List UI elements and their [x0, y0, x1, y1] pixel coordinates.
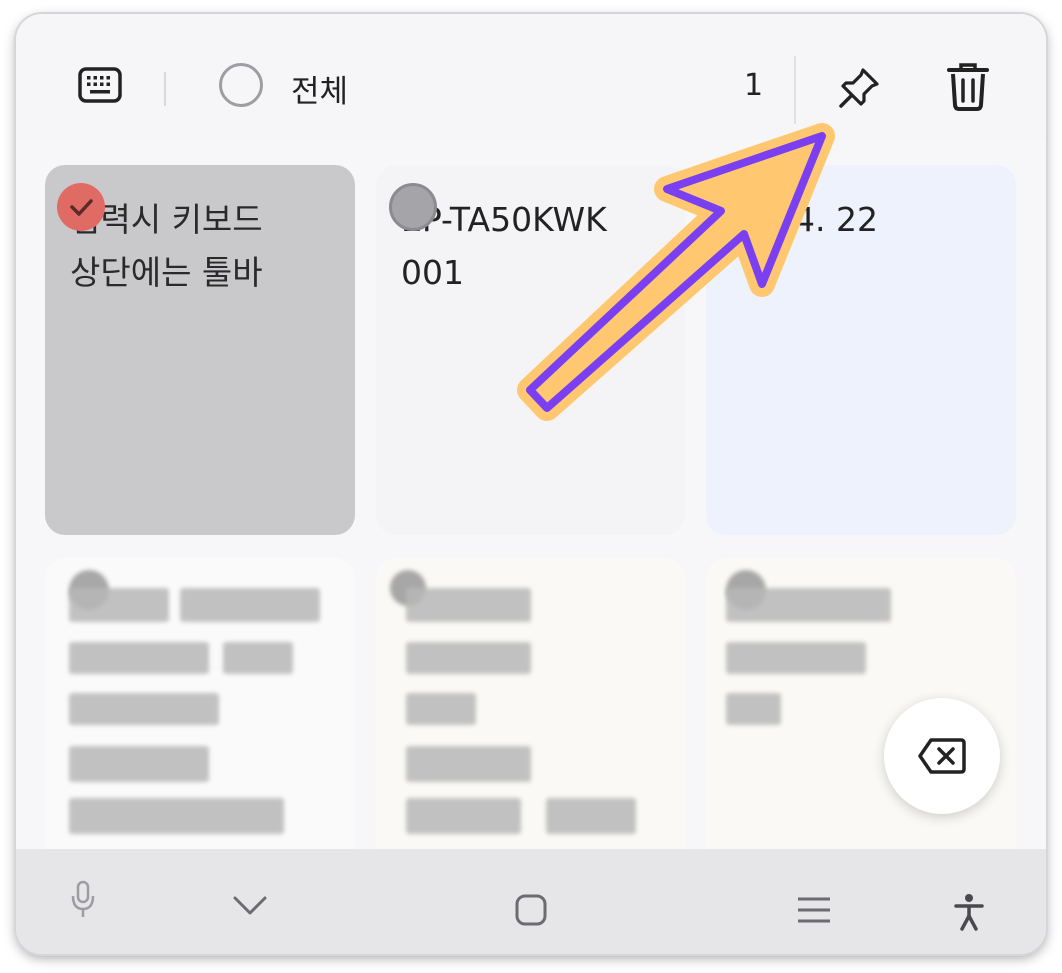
select-all-checkbox[interactable]	[219, 63, 263, 107]
system-nav-bar	[16, 849, 1046, 954]
keyboard-icon[interactable]	[78, 67, 122, 107]
toolbar-divider	[164, 72, 166, 106]
select-all-label[interactable]: 전체	[291, 66, 348, 111]
redacted-text	[406, 693, 476, 725]
redacted-text	[180, 588, 320, 622]
redacted-text	[406, 642, 531, 674]
accessibility-icon[interactable]	[954, 893, 984, 935]
redacted-text	[69, 642, 209, 674]
redacted-text	[546, 798, 636, 834]
backspace-icon	[918, 738, 966, 774]
redacted-text	[69, 798, 284, 834]
unselected-check-icon[interactable]	[389, 183, 437, 231]
app-window: 전체 1 입력시 키보드 상단에는 툴바 EP-TA50KWK 001 24. …	[16, 14, 1046, 954]
menu-icon[interactable]	[796, 895, 832, 929]
redacted-text	[69, 588, 169, 622]
note-card-redacted[interactable]	[45, 558, 355, 888]
selection-toolbar: 전체 1	[16, 14, 1046, 140]
pin-icon[interactable]	[837, 66, 881, 114]
redacted-text	[69, 746, 209, 782]
chevron-down-icon[interactable]	[232, 895, 268, 921]
note-text: 24. 4. 22	[731, 200, 878, 239]
delete-button[interactable]	[884, 698, 1000, 814]
redacted-text	[406, 746, 531, 782]
redacted-text	[69, 693, 219, 725]
mic-icon[interactable]	[70, 879, 96, 925]
selected-count: 1	[744, 68, 764, 103]
redacted-text	[223, 642, 293, 674]
note-card[interactable]: EP-TA50KWK 001	[376, 165, 685, 535]
note-card[interactable]: 입력시 키보드 상단에는 툴바	[45, 165, 355, 535]
note-card-redacted[interactable]	[376, 558, 685, 888]
selected-check-icon[interactable]	[57, 183, 105, 231]
note-card[interactable]: 24. 4. 22	[706, 165, 1016, 535]
redacted-text	[406, 588, 531, 622]
home-square-icon[interactable]	[514, 893, 548, 931]
redacted-text	[726, 642, 866, 674]
trash-icon[interactable]	[946, 62, 990, 116]
toolbar-divider-right	[794, 56, 796, 124]
redacted-text	[726, 588, 891, 622]
redacted-text	[726, 693, 781, 725]
redacted-text	[406, 798, 521, 834]
